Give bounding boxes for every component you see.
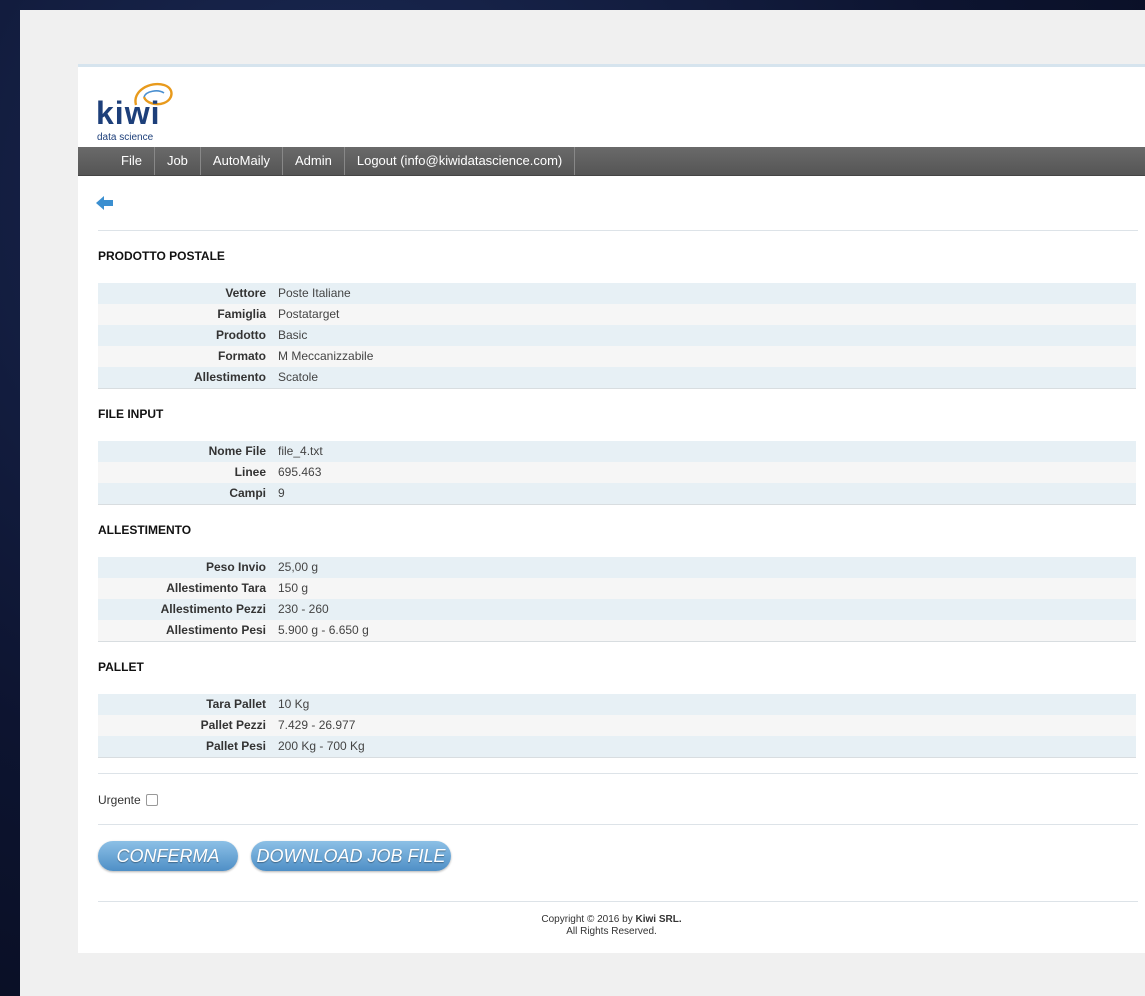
row-label: Allestimento Pezzi bbox=[98, 599, 272, 620]
copyright-text: Copyright © 2016 by bbox=[541, 914, 633, 925]
divider bbox=[98, 773, 1138, 774]
urgent-label: Urgente bbox=[98, 793, 141, 807]
footer: Copyright © 2016 by Kiwi SRL. All Rights… bbox=[78, 914, 1145, 938]
logo-wordmark: kiwi bbox=[96, 95, 161, 131]
table-row: Nome File file_4.txt bbox=[98, 441, 1136, 462]
table-row: Prodotto Basic bbox=[98, 325, 1136, 346]
table-row: Formato M Meccanizzabile bbox=[98, 346, 1136, 367]
urgent-option: Urgente bbox=[98, 793, 158, 807]
section-title-prodotto: PRODOTTO POSTALE bbox=[98, 249, 225, 263]
row-value: Scatole bbox=[272, 367, 1136, 389]
row-value: 7.429 - 26.977 bbox=[272, 715, 1136, 736]
table-file-input: Nome File file_4.txt Linee 695.463 Campi 9 bbox=[98, 441, 1136, 505]
page-container: kiwi data science File Job AutoMaily Adm… bbox=[78, 64, 1145, 953]
row-value: Poste Italiane bbox=[272, 283, 1136, 304]
table-row: Linee 695.463 bbox=[98, 462, 1136, 483]
row-label: Pallet Pezzi bbox=[98, 715, 272, 736]
row-value: M Meccanizzabile bbox=[272, 346, 1136, 367]
row-label: Nome File bbox=[98, 441, 272, 462]
row-label: Tara Pallet bbox=[98, 694, 272, 715]
section-title-pallet: PALLET bbox=[98, 660, 144, 674]
table-row: Allestimento Pezzi 230 - 260 bbox=[98, 599, 1136, 620]
row-value: 5.900 g - 6.650 g bbox=[272, 620, 1136, 642]
row-label: Formato bbox=[98, 346, 272, 367]
row-label: Linee bbox=[98, 462, 272, 483]
download-job-file-button[interactable]: DOWNLOAD JOB FILE bbox=[251, 841, 451, 871]
table-row: Peso Invio 25,00 g bbox=[98, 557, 1136, 578]
row-label: Allestimento Pesi bbox=[98, 620, 272, 642]
row-label: Pallet Pesi bbox=[98, 736, 272, 758]
table-pallet: Tara Pallet 10 Kg Pallet Pezzi 7.429 - 26.… bbox=[98, 694, 1136, 758]
row-value: Postatarget bbox=[272, 304, 1136, 325]
divider bbox=[98, 901, 1138, 902]
table-row: Allestimento Tara 150 g bbox=[98, 578, 1136, 599]
nav-automaily[interactable]: AutoMaily bbox=[201, 147, 283, 175]
logo-tagline: data science bbox=[97, 132, 154, 143]
divider bbox=[98, 824, 1138, 825]
row-label: Peso Invio bbox=[98, 557, 272, 578]
row-value: 10 Kg bbox=[272, 694, 1136, 715]
table-allestimento: Peso Invio 25,00 g Allestimento Tara 150 g… bbox=[98, 557, 1136, 642]
table-row: Pallet Pezzi 7.429 - 26.977 bbox=[98, 715, 1136, 736]
row-label: Famiglia bbox=[98, 304, 272, 325]
row-label: Allestimento bbox=[98, 367, 272, 389]
row-value: Basic bbox=[272, 325, 1136, 346]
row-value: 25,00 g bbox=[272, 557, 1136, 578]
table-row: Campi 9 bbox=[98, 483, 1136, 505]
table-prodotto: Vettore Poste Italiane Famiglia Postatarge… bbox=[98, 283, 1136, 389]
row-value: 150 g bbox=[272, 578, 1136, 599]
row-value: file_4.txt bbox=[272, 441, 1136, 462]
table-row: Tara Pallet 10 Kg bbox=[98, 694, 1136, 715]
browser-viewport: kiwi data science File Job AutoMaily Adm… bbox=[20, 10, 1145, 996]
nav-file[interactable]: File bbox=[109, 147, 155, 175]
row-label: Campi bbox=[98, 483, 272, 505]
footer-copyright: Copyright © 2016 by Kiwi SRL. bbox=[78, 914, 1145, 926]
main-navbar: File Job AutoMaily Admin Logout (info@ki… bbox=[78, 147, 1145, 176]
nav-admin[interactable]: Admin bbox=[283, 147, 345, 175]
table-row: Allestimento Scatole bbox=[98, 367, 1136, 389]
nav-job[interactable]: Job bbox=[155, 147, 201, 175]
nav-logout[interactable]: Logout (info@kiwidatascience.com) bbox=[345, 147, 576, 175]
urgent-checkbox[interactable] bbox=[145, 794, 158, 806]
row-value: 695.463 bbox=[272, 462, 1136, 483]
company-name: Kiwi SRL. bbox=[635, 914, 682, 925]
row-value: 230 - 260 bbox=[272, 599, 1136, 620]
confirm-button[interactable]: CONFERMA bbox=[98, 841, 238, 871]
table-row: Allestimento Pesi 5.900 g - 6.650 g bbox=[98, 620, 1136, 642]
section-title-allestimento: ALLESTIMENTO bbox=[98, 523, 192, 537]
table-row: Famiglia Postatarget bbox=[98, 304, 1136, 325]
divider bbox=[98, 230, 1138, 231]
row-label: Vettore bbox=[98, 283, 272, 304]
footer-rights: All Rights Reserved. bbox=[566, 926, 657, 937]
kiwi-logo[interactable]: kiwi data science bbox=[96, 79, 186, 143]
section-title-file-input: FILE INPUT bbox=[98, 407, 164, 421]
back-arrow-icon[interactable] bbox=[96, 195, 114, 211]
row-label: Allestimento Tara bbox=[98, 578, 272, 599]
row-value: 200 Kg - 700 Kg bbox=[272, 736, 1136, 758]
table-row: Vettore Poste Italiane bbox=[98, 283, 1136, 304]
row-label: Prodotto bbox=[98, 325, 272, 346]
row-value: 9 bbox=[272, 483, 1136, 505]
table-row: Pallet Pesi 200 Kg - 700 Kg bbox=[98, 736, 1136, 758]
